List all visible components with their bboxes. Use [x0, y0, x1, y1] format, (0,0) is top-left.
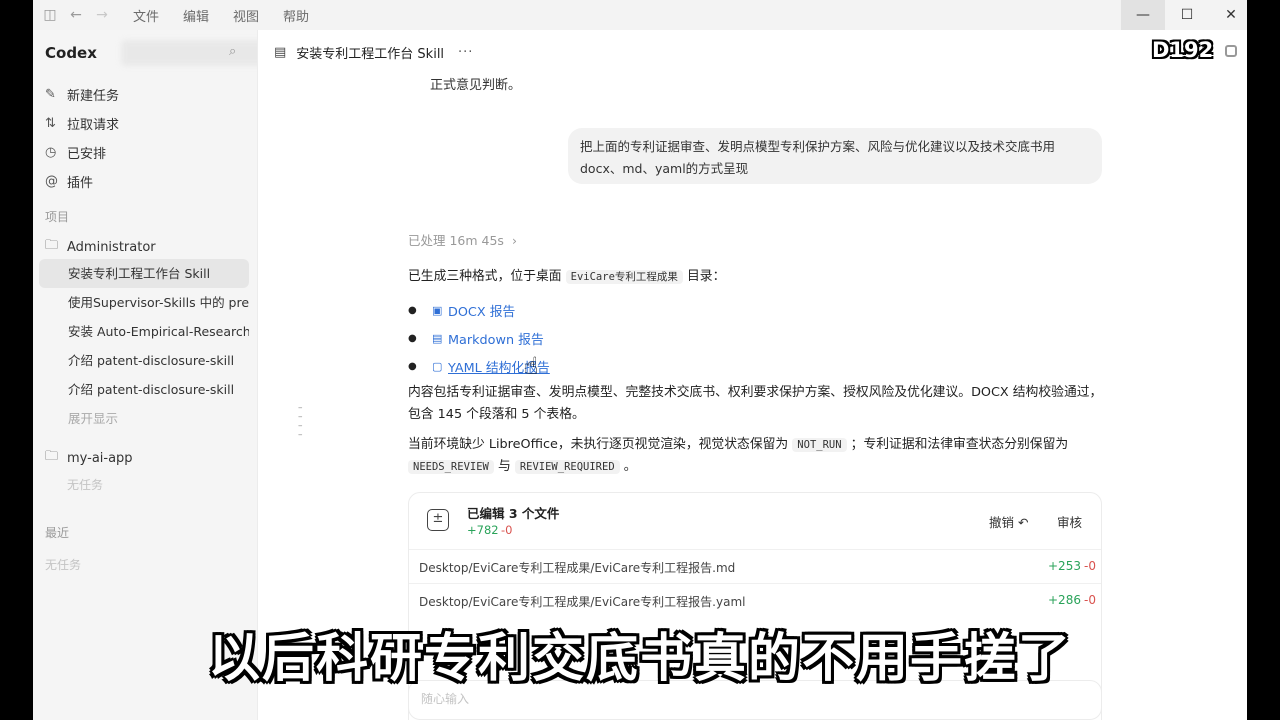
- project-task-list: 安装专利工程工作台 Skill 使用Supervisor-Skills 中的 p…: [39, 259, 249, 433]
- markdown-report-link[interactable]: Markdown 报告: [448, 329, 544, 348]
- nav-plugins[interactable]: @ 插件: [45, 167, 119, 196]
- bullet-icon: ●: [408, 304, 417, 316]
- task-icon: ▤: [274, 44, 287, 60]
- processed-label: 已处理 16m 45s: [408, 233, 504, 248]
- menu-edit[interactable]: 编辑: [183, 6, 209, 25]
- user-message-bubble: 把上面的专利证据审查、发明点模型专利保护方案、风险与优化建议以及技术交底书用do…: [568, 128, 1102, 184]
- env-mid: ；专利证据和法律审查状态分别保留为: [850, 437, 1069, 452]
- close-button[interactable]: ✕: [1209, 0, 1247, 30]
- file-row[interactable]: Desktop/EviCare专利工程成果/EviCare专利工程报告.yaml…: [409, 583, 1101, 617]
- task-item[interactable]: 安装 Auto-Empirical-Research: [39, 317, 249, 346]
- environment-paragraph: 当前环境缺少 LibreOffice，未执行逐页视觉渲染，视觉状态保留为 NOT…: [408, 434, 1108, 478]
- file-path: Desktop/EviCare专利工程成果/EviCare专利工程报告.yaml: [419, 595, 746, 609]
- file-row[interactable]: Desktop/EviCare专利工程成果/EviCare专利工程报告.md +…: [409, 549, 1101, 583]
- code-needs-review: NEEDS_REVIEW: [408, 460, 494, 474]
- recent-section-label: 最近: [45, 526, 70, 540]
- generated-prefix: 已生成三种格式，位于桌面: [408, 269, 562, 284]
- code-not-run: NOT_RUN: [792, 438, 847, 452]
- page-title: 安装专利工程工作台 Skill: [296, 46, 445, 62]
- bullet-icon: ●: [408, 360, 417, 372]
- list-item: ● ▣ DOCX 报告: [408, 296, 550, 324]
- project-folder-my-ai-app[interactable]: 🗀 my-ai-app: [45, 447, 133, 469]
- generated-suffix: 目录：: [686, 269, 726, 284]
- sidebar-nav: ✎ 新建任务 ⇅ 拉取请求 ◷ 已安排 @ 插件: [45, 80, 119, 196]
- menu-help[interactable]: 帮助: [283, 6, 309, 25]
- nav-pull-requests[interactable]: ⇅ 拉取请求: [45, 109, 119, 138]
- sidebar-toggle-icon[interactable]: ◫: [37, 7, 63, 23]
- nav-label: 拉取请求: [67, 118, 120, 133]
- card-title: 已编辑 3 个文件: [467, 506, 560, 521]
- show-more-link[interactable]: 展开显示: [39, 404, 249, 433]
- panel-toggle-icon[interactable]: [1225, 45, 1237, 57]
- search-icon[interactable]: ⌕: [229, 44, 236, 59]
- minimize-button[interactable]: —: [1121, 0, 1165, 30]
- processed-duration[interactable]: 已处理 16m 45s ›: [408, 230, 517, 249]
- card-header: ± 已编辑 3 个文件 +782 -0 撤销 ↶ 审核: [409, 493, 1101, 549]
- task-item[interactable]: 使用Supervisor-Skills 中的 pre: [39, 288, 249, 317]
- content-paragraph: 内容包括专利证据审查、发明点模型、完整技术交底书、权利要求保护方案、授权风险及优…: [408, 385, 1103, 422]
- task-item[interactable]: 介绍 patent-disclosure-skill: [39, 346, 249, 375]
- bullet-icon: ●: [408, 332, 417, 344]
- docx-file-icon: ▣: [432, 303, 443, 317]
- docx-report-link[interactable]: DOCX 报告: [448, 301, 515, 320]
- undo-button[interactable]: 撤销 ↶: [989, 512, 1028, 531]
- title-bar: ◫ ← → 文件 编辑 视图 帮助 — ☐ ✕: [33, 0, 1247, 30]
- hand-pointer-icon: ☝: [524, 352, 539, 380]
- empty-task-label: 无任务: [67, 478, 104, 492]
- project-name: Administrator: [67, 239, 156, 255]
- scroll-markers: – – – –: [298, 403, 303, 440]
- app-brand: Codex: [45, 44, 97, 62]
- maximize-button[interactable]: ☐: [1165, 0, 1209, 30]
- main-header: ▤ 安装专利工程工作台 Skill ···: [258, 30, 1247, 74]
- blurred-region: [121, 40, 271, 66]
- env-and: 与: [497, 459, 511, 474]
- markdown-file-icon: ▤: [432, 331, 443, 345]
- pull-request-icon: ⇅: [45, 116, 56, 131]
- video-subtitle: 以后科研专利交底书真的不用手搓了: [207, 629, 1072, 689]
- chevron-right-icon: ›: [511, 233, 517, 248]
- env-prefix: 当前环境缺少 LibreOffice，未执行逐页视觉渲染，视觉状态保留为: [408, 437, 789, 452]
- file-path: Desktop/EviCare专利工程成果/EviCare专利工程报告.md: [419, 561, 736, 575]
- code-review-required: REVIEW_REQUIRED: [514, 460, 620, 474]
- file-lines-added: +253: [1048, 559, 1081, 573]
- nav-scheduled[interactable]: ◷ 已安排: [45, 138, 119, 167]
- at-icon: @: [45, 174, 58, 189]
- project-name: my-ai-app: [67, 450, 133, 466]
- recent-empty-label: 无任务: [45, 558, 82, 572]
- menu-view[interactable]: 视图: [233, 6, 259, 25]
- edit-icon: ✎: [45, 87, 56, 102]
- folder-icon: 🗀: [45, 449, 59, 464]
- list-item: ● ▤ Markdown 报告: [408, 324, 550, 352]
- projects-section-label: 项目: [45, 210, 70, 224]
- menu-file[interactable]: 文件: [133, 6, 159, 25]
- nav-label: 插件: [67, 176, 94, 191]
- nav-label: 新建任务: [67, 89, 120, 104]
- project-folder-administrator[interactable]: 🗀 Administrator: [45, 236, 156, 258]
- nav-new-task[interactable]: ✎ 新建任务: [45, 80, 119, 109]
- app-window: ◫ ← → 文件 编辑 视图 帮助 — ☐ ✕ Codex ⌕ ✎ 新建任务 ⇅…: [33, 0, 1247, 720]
- diff-icon: ±: [427, 509, 449, 531]
- file-lines-deleted: -0: [1084, 559, 1096, 573]
- generated-summary: 已生成三种格式，位于桌面 EviCare专利工程成果 目录：: [408, 266, 1108, 288]
- yaml-file-icon: ▢: [432, 359, 443, 373]
- folder-icon: 🗀: [45, 238, 59, 253]
- more-options-button[interactable]: ···: [458, 45, 473, 60]
- previous-message-tail: 正式意见判断。: [430, 78, 522, 93]
- file-lines-deleted: -0: [1084, 593, 1096, 607]
- composer-placeholder: 随心输入: [421, 692, 470, 706]
- task-item-active[interactable]: 安装专利工程工作台 Skill: [39, 259, 249, 288]
- video-tag-label: D192: [1152, 38, 1214, 62]
- generated-dir-code: EviCare专利工程成果: [565, 270, 683, 284]
- back-arrow-icon[interactable]: ←: [63, 7, 89, 23]
- task-item[interactable]: 介绍 patent-disclosure-skill: [39, 375, 249, 404]
- forward-arrow-icon[interactable]: →: [89, 7, 115, 23]
- review-button[interactable]: 审核: [1057, 512, 1082, 531]
- nav-label: 已安排: [67, 147, 107, 162]
- lines-deleted: -0: [501, 523, 513, 537]
- lines-added: +782: [467, 523, 499, 537]
- env-end: 。: [623, 459, 637, 474]
- menu-bar: 文件 编辑 视图 帮助: [133, 6, 309, 25]
- file-lines-added: +286: [1048, 593, 1081, 607]
- clock-icon: ◷: [45, 145, 57, 160]
